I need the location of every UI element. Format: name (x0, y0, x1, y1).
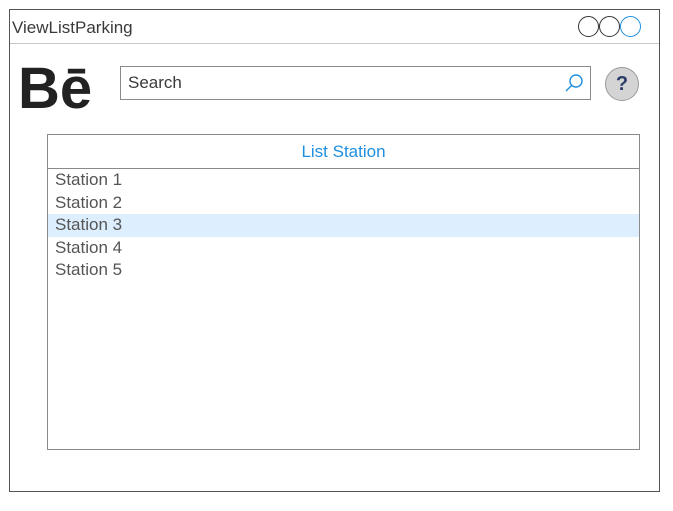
station-list: Station 1 Station 2 Station 3 Station 4 Stat… (48, 169, 639, 282)
app-window: ViewListParking Bē ? List Station Statio… (9, 9, 660, 492)
close-button[interactable] (620, 16, 641, 37)
list-item-station-5[interactable]: Station 5 (48, 259, 639, 282)
list-header: List Station (48, 135, 639, 169)
list-item-station-3[interactable]: Station 3 (48, 214, 639, 237)
list-item-station-1[interactable]: Station 1 (48, 169, 639, 192)
window-title: ViewListParking (12, 18, 133, 37)
help-button[interactable]: ? (605, 67, 639, 101)
station-list-panel: List Station Station 1 Station 2 Station 3… (47, 134, 640, 450)
maximize-button[interactable] (599, 16, 620, 37)
help-icon: ? (615, 73, 629, 95)
list-item-station-2[interactable]: Station 2 (48, 192, 639, 215)
behance-logo-icon: Bē (18, 56, 92, 114)
search-input[interactable] (121, 67, 551, 99)
title-bar: ViewListParking (10, 10, 659, 44)
list-item-station-4[interactable]: Station 4 (48, 237, 639, 260)
search-box (120, 66, 591, 100)
search-icon[interactable] (564, 73, 584, 93)
logo-text: Bē (18, 56, 92, 114)
minimize-button[interactable] (578, 16, 599, 37)
